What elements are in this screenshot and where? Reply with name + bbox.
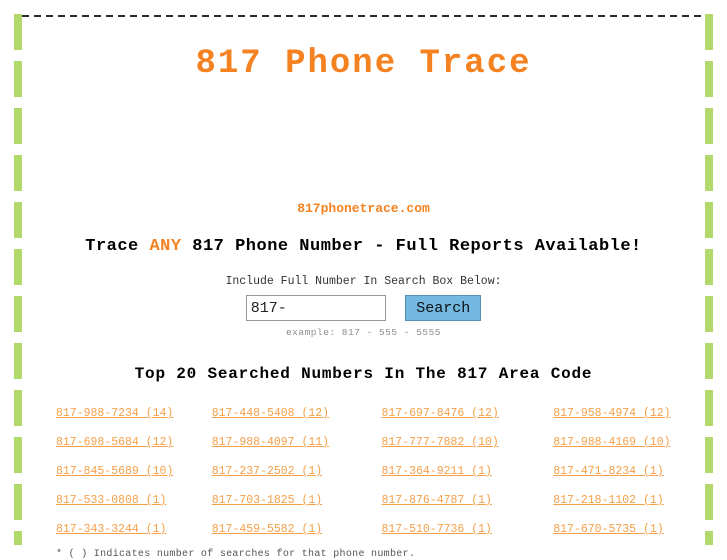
table-row: 817-988-7234 (14) 817-448-5408 (12) 817-…: [24, 403, 703, 432]
phone-number-link[interactable]: 817-958-4974 (12): [553, 407, 670, 420]
table-cell: 817-471-8234 (1): [533, 461, 703, 490]
phone-number-link[interactable]: 817-777-7882 (10): [382, 436, 499, 449]
table-cell: 817-670-5735 (1): [533, 519, 703, 548]
right-green-rail: [705, 14, 713, 545]
tagline: Trace ANY 817 Phone Number - Full Report…: [24, 237, 703, 256]
table-cell: 817-510-7736 (1): [364, 519, 534, 548]
table-cell: 817-343-3244 (1): [24, 519, 194, 548]
phone-number-link[interactable]: 817-670-5735 (1): [553, 523, 663, 536]
phone-number-link[interactable]: 817-698-5684 (12): [56, 436, 173, 449]
phone-number-link[interactable]: 817-988-7234 (14): [56, 407, 173, 420]
table-cell: 817-876-4787 (1): [364, 490, 534, 519]
phone-number-link[interactable]: 817-471-8234 (1): [553, 465, 663, 478]
table-row: 817-343-3244 (1) 817-459-5582 (1) 817-51…: [24, 519, 703, 548]
table-row: 817-845-5689 (10) 817-237-2502 (1) 817-3…: [24, 461, 703, 490]
phone-number-link[interactable]: 817-343-3244 (1): [56, 523, 166, 536]
domain-name-text: 817phonetrace.com: [297, 201, 430, 216]
left-green-rail: [14, 14, 22, 545]
phone-number-link[interactable]: 817-697-8476 (12): [382, 407, 499, 420]
table-cell: 817-448-5408 (12): [194, 403, 364, 432]
tagline-after: 817 Phone Number - Full Reports Availabl…: [181, 237, 642, 256]
table-row: 817-698-5684 (12) 817-988-4097 (11) 817-…: [24, 432, 703, 461]
table-cell: 817-988-4169 (10): [533, 432, 703, 461]
table-cell: 817-988-4097 (11): [194, 432, 364, 461]
page-frame: 817 Phone Trace 817phonetrace.com Trace …: [0, 0, 727, 560]
top20-heading: Top 20 Searched Numbers In The 817 Area …: [134, 365, 593, 383]
table-row: 817-533-0808 (1) 817-703-1825 (1) 817-87…: [24, 490, 703, 519]
table-cell: 817-533-0808 (1): [24, 490, 194, 519]
tagline-highlight: ANY: [149, 237, 182, 256]
phone-number-link[interactable]: 817-988-4169 (10): [553, 436, 670, 449]
search-example-hint: example: 817 - 555 - 5555: [285, 327, 442, 338]
top20-numbers-table: 817-988-7234 (14) 817-448-5408 (12) 817-…: [24, 403, 703, 548]
phone-number-link[interactable]: 817-237-2502 (1): [212, 465, 322, 478]
table-cell: 817-698-5684 (12): [24, 432, 194, 461]
table-cell: 817-845-5689 (10): [24, 461, 194, 490]
table-cell: 817-364-9211 (1): [364, 461, 534, 490]
search-input[interactable]: [245, 295, 386, 321]
tagline-before: Trace: [85, 237, 150, 256]
phone-number-link[interactable]: 817-988-4097 (11): [212, 436, 329, 449]
footnote: * ( ) Indicates number of searches for t…: [56, 549, 416, 560]
phone-number-link[interactable]: 817-364-9211 (1): [382, 465, 492, 478]
table-cell: 817-988-7234 (14): [24, 403, 194, 432]
phone-number-link[interactable]: 817-533-0808 (1): [56, 494, 166, 507]
search-form: Search: [24, 295, 703, 321]
search-instruction: Include Full Number In Search Box Below:: [225, 275, 502, 288]
table-cell: 817-218-1102 (1): [533, 490, 703, 519]
advertisement-placeholder: [24, 83, 703, 201]
phone-number-link[interactable]: 817-703-1825 (1): [212, 494, 322, 507]
content-column: 817 Phone Trace 817phonetrace.com Trace …: [24, 16, 703, 560]
phone-number-link[interactable]: 817-218-1102 (1): [553, 494, 663, 507]
phone-number-link[interactable]: 817-448-5408 (12): [212, 407, 329, 420]
table-cell: 817-703-1825 (1): [194, 490, 364, 519]
table-cell: 817-958-4974 (12): [533, 403, 703, 432]
phone-number-link[interactable]: 817-459-5582 (1): [212, 523, 322, 536]
phone-number-link[interactable]: 817-845-5689 (10): [56, 465, 173, 478]
top20-table-body: 817-988-7234 (14) 817-448-5408 (12) 817-…: [24, 403, 703, 548]
table-cell: 817-777-7882 (10): [364, 432, 534, 461]
table-cell: 817-459-5582 (1): [194, 519, 364, 548]
phone-number-link[interactable]: 817-876-4787 (1): [382, 494, 492, 507]
search-button[interactable]: Search: [405, 295, 482, 321]
table-cell: 817-237-2502 (1): [194, 461, 364, 490]
table-cell: 817-697-8476 (12): [364, 403, 534, 432]
phone-number-link[interactable]: 817-510-7736 (1): [382, 523, 492, 536]
page-title: 817 Phone Trace: [195, 45, 532, 83]
